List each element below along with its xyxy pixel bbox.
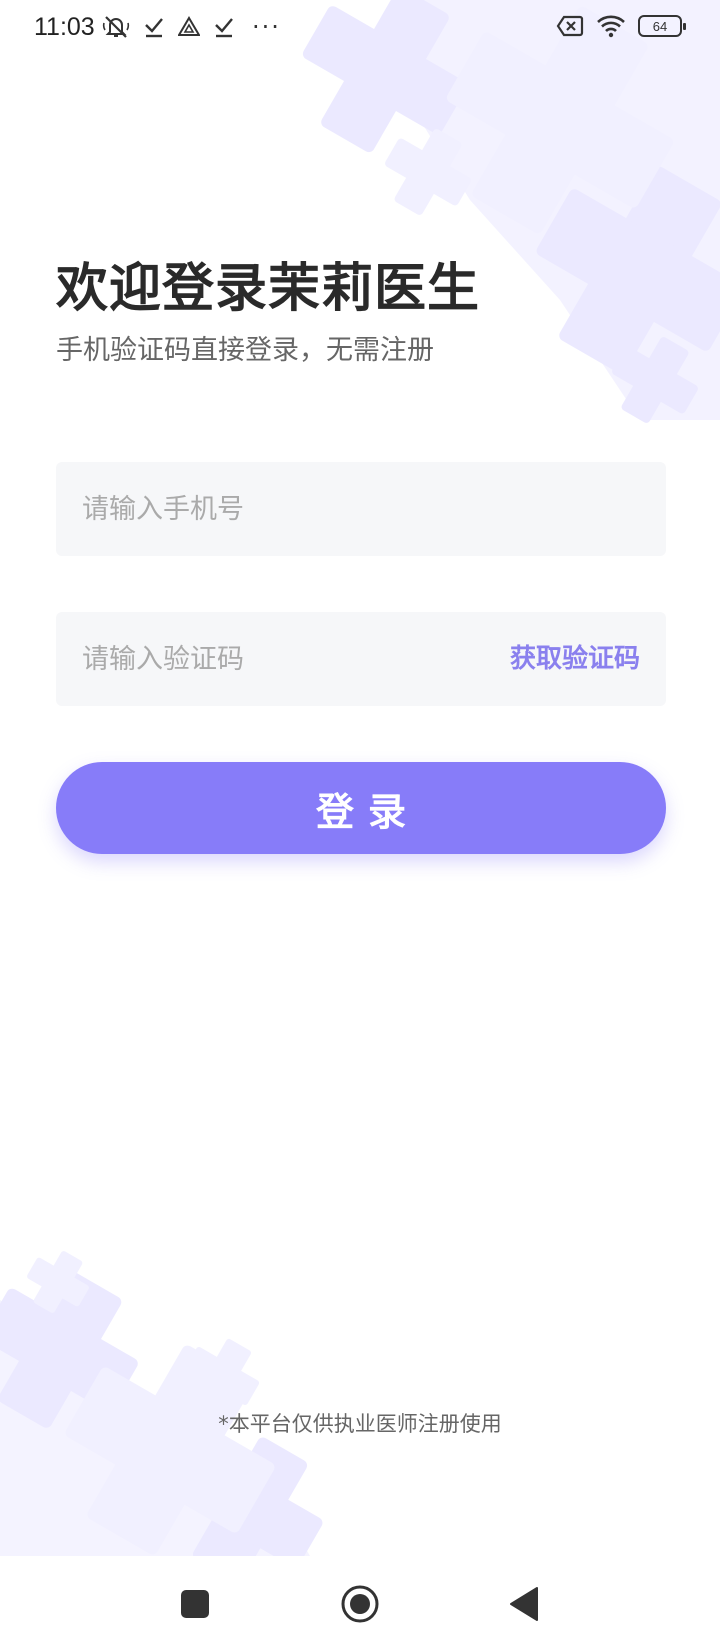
status-bar: 11:03 ··· 64 xyxy=(0,0,720,54)
wifi-icon xyxy=(597,15,625,38)
status-notification-icons: ··· xyxy=(102,14,281,40)
check-icon xyxy=(215,18,233,38)
no-sim-icon xyxy=(556,15,584,37)
login-button-label: 登录 xyxy=(315,789,420,834)
phone-input[interactable] xyxy=(82,462,462,556)
phone-field xyxy=(56,462,666,556)
drive-icon xyxy=(178,16,200,36)
page-title: 欢迎登录茉莉医生 xyxy=(56,259,481,319)
home-button[interactable] xyxy=(336,1580,384,1628)
status-system-icons: 64 xyxy=(556,14,686,38)
footer-note: *本平台仅供执业医师注册使用 xyxy=(218,1412,502,1436)
verification-code-field: 获取验证码 xyxy=(56,612,666,706)
recents-icon xyxy=(181,1590,209,1618)
battery-icon: 64 xyxy=(638,15,686,37)
back-icon xyxy=(510,1587,538,1621)
verification-code-input[interactable] xyxy=(82,612,462,706)
recents-button[interactable] xyxy=(171,1580,219,1628)
back-button[interactable] xyxy=(500,1580,548,1628)
status-time: 11:03 xyxy=(34,13,95,41)
check-icon xyxy=(145,18,163,38)
mute-icon xyxy=(102,16,130,38)
navigation-bar xyxy=(0,1556,720,1650)
page-subtitle: 手机验证码直接登录，无需注册 xyxy=(56,335,434,366)
login-button[interactable]: 登录 xyxy=(56,762,666,854)
get-code-button[interactable]: 获取验证码 xyxy=(510,612,640,706)
battery-level: 64 xyxy=(652,18,668,34)
more-notifications-icon: ··· xyxy=(252,13,281,41)
home-icon xyxy=(341,1585,379,1623)
